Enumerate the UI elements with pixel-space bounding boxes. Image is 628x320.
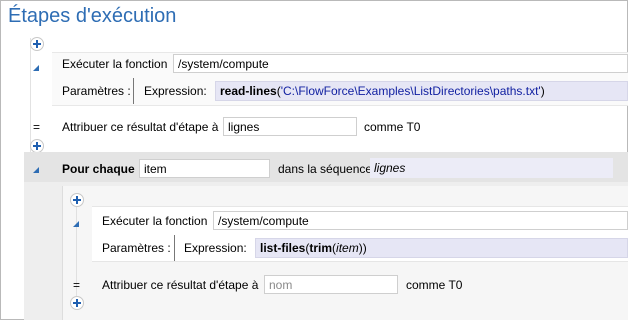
expr-paren-close: )): [358, 241, 367, 255]
add-inner-step-button-2[interactable]: [70, 296, 84, 310]
expr-paren-close: ): [540, 84, 545, 98]
plus-icon: [73, 299, 81, 307]
page-title: Étapes d'exécution: [8, 5, 177, 27]
plus-icon: [73, 196, 81, 204]
params-separator: [174, 235, 175, 261]
assign2-equals: =: [73, 278, 81, 292]
foreach-sequence-field[interactable]: lignes: [370, 158, 613, 178]
step1-exec-label: Exécuter la fonction: [62, 57, 168, 71]
step2-function-field[interactable]: /system/compute: [213, 211, 628, 230]
expr-function-name-2: trim: [309, 241, 333, 255]
step2-params-label: Paramètres :: [102, 241, 171, 255]
collapse-triangle-icon[interactable]: [72, 220, 80, 228]
expr-function-name: list-files: [260, 241, 306, 255]
expr-variable: item: [336, 241, 359, 255]
assign1-suffix: comme T0: [364, 120, 421, 134]
step2-expr-label: Expression:: [184, 241, 247, 255]
step1-params-label: Paramètres :: [62, 84, 131, 98]
add-step-button[interactable]: [30, 37, 44, 51]
assign2-result-field[interactable]: nom: [264, 275, 398, 294]
assign2-label: Attribuer ce résultat d'étape à: [102, 278, 259, 292]
collapse-triangle-icon[interactable]: [32, 166, 40, 174]
assign2-suffix: comme T0: [406, 278, 463, 292]
collapse-triangle-icon[interactable]: [32, 64, 40, 72]
expr-string-literal: 'C:\FlowForce\Examples\ListDirectories\p…: [280, 84, 541, 98]
plus-icon: [33, 142, 41, 150]
assign1-result-field[interactable]: lignes: [223, 117, 357, 136]
step1-function-field[interactable]: /system/compute: [173, 54, 628, 73]
foreach-label: Pour chaque: [62, 162, 135, 176]
step1-expr-label: Expression:: [144, 84, 207, 98]
step2-expression-field[interactable]: list-files(trim(item)): [255, 238, 628, 258]
step1-expression-field[interactable]: read-lines('C:\FlowForce\Examples\ListDi…: [215, 81, 628, 101]
plus-icon: [33, 40, 41, 48]
foreach-seq-label: dans la séquence: [278, 162, 373, 176]
assign1-label: Attribuer ce résultat d'étape à: [62, 120, 219, 134]
assign1-equals: =: [33, 120, 41, 134]
params-separator: [133, 78, 134, 104]
add-step-button-2[interactable]: [30, 139, 44, 153]
expr-function-name: read-lines: [220, 84, 277, 98]
step2-exec-label: Exécuter la fonction: [102, 214, 208, 228]
foreach-item-field[interactable]: item: [139, 159, 270, 178]
add-inner-step-button[interactable]: [70, 193, 84, 207]
